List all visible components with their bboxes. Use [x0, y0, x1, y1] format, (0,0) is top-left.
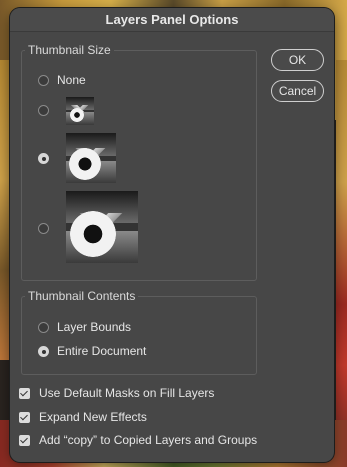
thumb-size-none-radio[interactable]: [38, 75, 49, 86]
thumb-size-medium-radio[interactable]: [38, 153, 49, 164]
add-copy-checkbox[interactable]: [19, 435, 30, 446]
add-copy-label: Add “copy” to Copied Layers and Groups: [39, 433, 258, 447]
background-left: [0, 60, 10, 360]
use-default-masks-checkbox[interactable]: [19, 388, 30, 399]
entire-document-radio[interactable]: [38, 346, 49, 357]
layer-bounds-label: Layer Bounds: [57, 320, 132, 334]
layers-panel-options-dialog: Layers Panel Options Thumbnail Size None…: [10, 8, 334, 462]
thumb-size-small-radio[interactable]: [38, 105, 49, 116]
thumbnail-contents-group: [21, 296, 257, 375]
entire-document-label: Entire Document: [57, 344, 147, 358]
thumb-size-none-label: None: [57, 73, 86, 87]
expand-new-effects-label: Expand New Effects: [39, 410, 147, 424]
thumb-medium-image[interactable]: [66, 133, 116, 183]
thumb-size-large-radio[interactable]: [38, 223, 49, 234]
cancel-button[interactable]: Cancel: [271, 80, 324, 102]
thumbnail-contents-title: Thumbnail Contents: [25, 289, 139, 303]
thumb-small-image[interactable]: [66, 97, 94, 125]
expand-new-effects-checkbox[interactable]: [19, 412, 30, 423]
thumbnail-size-title: Thumbnail Size: [25, 43, 114, 57]
dialog-title: Layers Panel Options: [10, 8, 334, 32]
layer-bounds-radio[interactable]: [38, 322, 49, 333]
thumb-large-image[interactable]: [66, 191, 138, 263]
ok-button[interactable]: OK: [271, 49, 324, 71]
background-right: [336, 60, 347, 467]
use-default-masks-label: Use Default Masks on Fill Layers: [39, 386, 215, 400]
